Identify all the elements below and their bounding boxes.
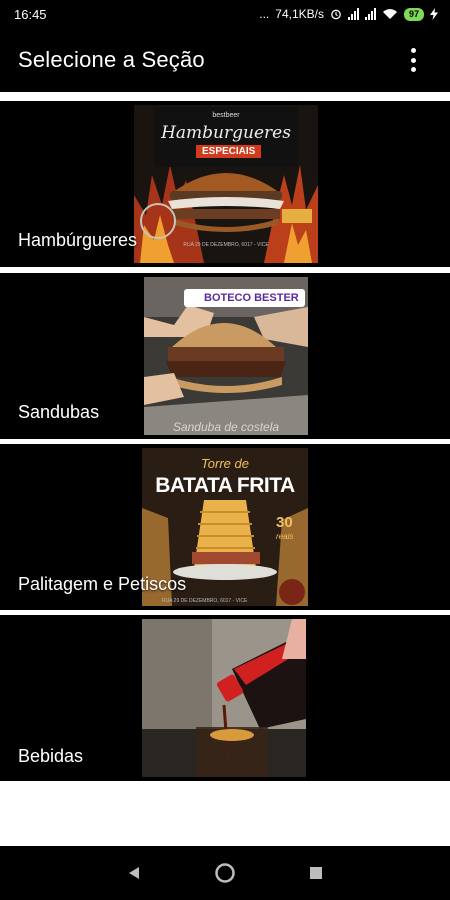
poster-title: Hamburgueres: [161, 123, 291, 143]
alarm-icon: [331, 9, 341, 20]
poster-tag: BOTECO BESTER: [184, 289, 305, 307]
app-bar: Selecione a Seção: [0, 28, 450, 92]
section-label-sandubas: Sandubas: [18, 402, 100, 422]
poster-title: BATATA FRITA: [155, 474, 295, 497]
section-image-sandubas: BOTECO BESTER Sanduba de costela: [144, 277, 308, 435]
section-card-sandubas[interactable]: BOTECO BESTER Sanduba de costela Sanduba…: [0, 273, 450, 439]
poster-brand: bestbeer: [212, 112, 240, 119]
section-label-bebidas: Bebidas: [18, 746, 84, 766]
poster-caption: Sanduba de costela: [172, 420, 280, 434]
poster-footer: RUA 29 DE DEZEMBRO, 6017 - VICE: [162, 598, 248, 604]
poster-price: 30: [276, 514, 293, 531]
home-icon[interactable]: [214, 862, 236, 884]
signal-2-icon: [364, 8, 376, 20]
more-vert-icon[interactable]: [406, 48, 420, 72]
section-image-hamburgueres: bestbeer Hamburgueres ESPECIAIS RUA 29 D…: [134, 105, 318, 263]
status-extra: ...: [259, 7, 270, 21]
network-speed: 74,1KB/s: [275, 7, 324, 21]
navigation-bar: [0, 846, 450, 900]
charging-icon: [430, 8, 438, 20]
back-icon[interactable]: [126, 865, 142, 881]
poster-subtitle: ESPECIAIS: [196, 145, 262, 158]
poster-footer: RUA 29 DE DEZEMBRO, 6017 - VICE: [183, 242, 269, 248]
wifi-icon: [382, 9, 397, 19]
recents-icon[interactable]: [308, 865, 324, 881]
poster-price-unit: reais: [276, 532, 294, 541]
poster-title-small: Torre de: [201, 456, 249, 471]
section-card-bebidas[interactable]: Bebidas: [0, 615, 450, 781]
status-bar: 16:45 ... 74,1KB/s 97: [0, 0, 450, 28]
section-label-hamburgueres: Hambúrgueres: [18, 230, 138, 250]
battery-icon: 97: [403, 7, 424, 21]
section-card-palitagem[interactable]: Torre de BATATA FRITA 30 reais RUA 29 DE…: [0, 444, 450, 610]
page-title: Selecione a Seção: [18, 47, 205, 72]
signal-1-icon: [347, 8, 359, 20]
section-image-bebidas: [142, 619, 306, 777]
section-card-hamburgueres[interactable]: bestbeer Hamburgueres ESPECIAIS RUA 29 D…: [0, 101, 450, 267]
status-time: 16:45: [14, 6, 47, 22]
section-label-palitagem: Palitagem e Petiscos: [18, 574, 187, 594]
status-icons: ... 74,1KB/s 97: [259, 7, 438, 21]
